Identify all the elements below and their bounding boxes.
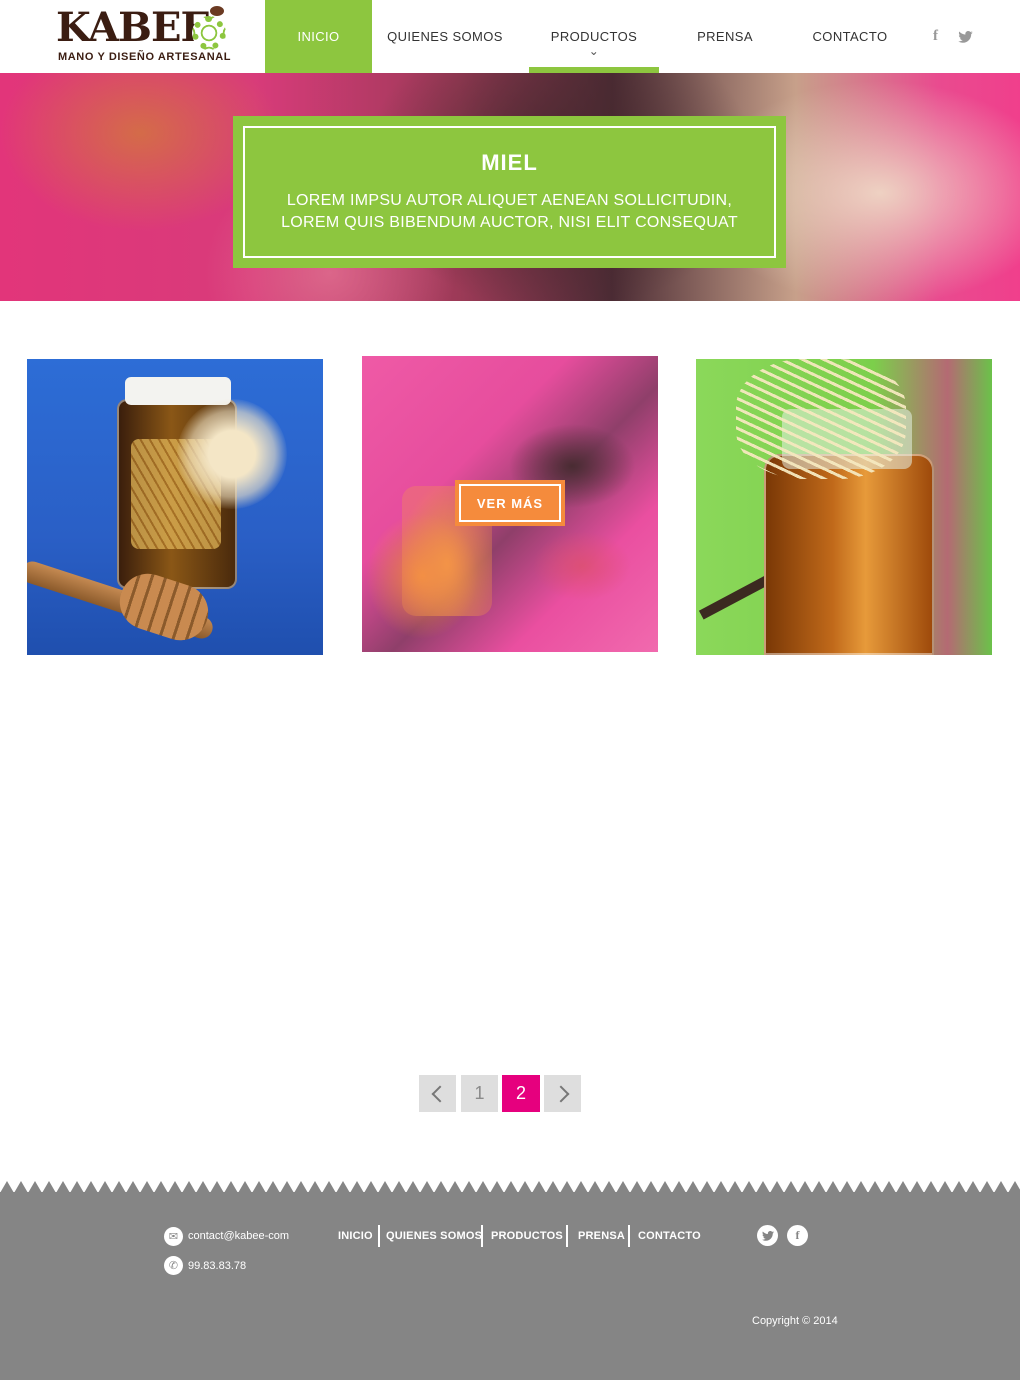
pagination-page-1[interactable]: 1 bbox=[461, 1075, 498, 1112]
logo-wordmark: KABEE bbox=[56, 4, 211, 51]
copyright-text: Copyright © 2014 bbox=[752, 1315, 838, 1327]
twitter-icon[interactable] bbox=[958, 31, 973, 43]
footer-nav-divider bbox=[566, 1225, 568, 1247]
twitter-glyph bbox=[761, 1230, 774, 1241]
bee-icon bbox=[210, 6, 224, 16]
nav-label: PRODUCTOS bbox=[550, 29, 638, 44]
pagination-page-2[interactable]: 2 bbox=[502, 1075, 540, 1112]
ver-mas-button[interactable]: VER MÁS bbox=[455, 480, 565, 526]
hero-subtitle: LOREM IMPSU AUTOR ALIQUET AENEAN SOLLICI… bbox=[245, 190, 774, 234]
pagination-next-button[interactable] bbox=[544, 1075, 581, 1112]
footer-nav-prensa[interactable]: PRENSA bbox=[578, 1226, 625, 1246]
hero-title: MIEL bbox=[481, 150, 538, 175]
logo-tagline: MANO Y DISEÑO ARTESANAL bbox=[58, 51, 232, 63]
hero-banner: MIEL LOREM IMPSU AUTOR ALIQUET AENEAN SO… bbox=[0, 73, 1020, 301]
footer-nav-divider bbox=[628, 1225, 630, 1247]
twitter-icon[interactable] bbox=[757, 1225, 778, 1246]
chevron-right-icon bbox=[552, 1085, 569, 1102]
raffia-bow-image bbox=[736, 359, 906, 479]
nav-item-contacto[interactable]: CONTACTO bbox=[790, 0, 910, 73]
footer-nav-divider bbox=[378, 1225, 380, 1247]
ver-mas-label: VER MÁS bbox=[459, 484, 561, 522]
footer-nav-productos[interactable]: PRODUCTOS bbox=[491, 1226, 563, 1246]
nav-item-productos[interactable]: PRODUCTOS ⌄ bbox=[529, 0, 659, 73]
site-footer bbox=[0, 1192, 1020, 1380]
nav-item-quienes-somos[interactable]: QUIENES SOMOS bbox=[372, 0, 518, 73]
kabee-logo[interactable]: KABEE MANO Y DISEÑO ARTESANAL bbox=[56, 6, 236, 66]
hero-subtitle-line: LOREM QUIS BIBENDUM AUCTOR, NISI ELIT CO… bbox=[281, 214, 738, 231]
honeycomb-ring-icon bbox=[192, 16, 226, 50]
phone-icon: ✆ bbox=[164, 1256, 183, 1275]
footer-phone: 99.83.83.78 bbox=[188, 1260, 247, 1272]
nav-label: CONTACTO bbox=[812, 29, 888, 44]
product-card-raffia-jar[interactable] bbox=[696, 359, 992, 655]
honey-jar-image bbox=[764, 454, 934, 655]
footer-email[interactable]: contact@kabee-com bbox=[188, 1230, 289, 1242]
nav-item-prensa[interactable]: PRENSA bbox=[670, 0, 780, 73]
nav-label: QUIENES SOMOS bbox=[387, 29, 503, 44]
nav-label: INICIO bbox=[297, 29, 340, 44]
straw-butterfly-image bbox=[177, 399, 287, 509]
mail-icon: ✉ bbox=[164, 1227, 183, 1246]
footer-nav-divider bbox=[481, 1225, 483, 1247]
nav-item-inicio[interactable]: INICIO bbox=[265, 0, 372, 73]
footer-nav-inicio[interactable]: INICIO bbox=[338, 1226, 373, 1246]
hero-subtitle-line: LOREM IMPSU AUTOR ALIQUET AENEAN SOLLICI… bbox=[286, 192, 733, 209]
hero-caption-box: MIEL LOREM IMPSU AUTOR ALIQUET AENEAN SO… bbox=[233, 116, 786, 268]
footer-nav-quienes-somos[interactable]: QUIENES SOMOS bbox=[386, 1226, 482, 1246]
product-card-honeycomb-jar[interactable] bbox=[27, 359, 323, 655]
hero-caption-frame: MIEL LOREM IMPSU AUTOR ALIQUET AENEAN SO… bbox=[243, 126, 776, 258]
site-header: KABEE MANO Y DISEÑO ARTESANAL INICIO QUI… bbox=[0, 0, 1020, 73]
chevron-down-icon: ⌄ bbox=[588, 44, 600, 58]
nav-label: PRENSA bbox=[697, 29, 753, 44]
product-card-hovered[interactable]: VER MÁS bbox=[362, 356, 658, 652]
pagination-prev-button[interactable] bbox=[419, 1075, 456, 1112]
footer-nav-contacto[interactable]: CONTACTO bbox=[638, 1226, 701, 1246]
chevron-left-icon bbox=[431, 1085, 448, 1102]
facebook-icon[interactable]: f bbox=[787, 1225, 808, 1246]
facebook-icon[interactable]: f bbox=[933, 28, 938, 45]
